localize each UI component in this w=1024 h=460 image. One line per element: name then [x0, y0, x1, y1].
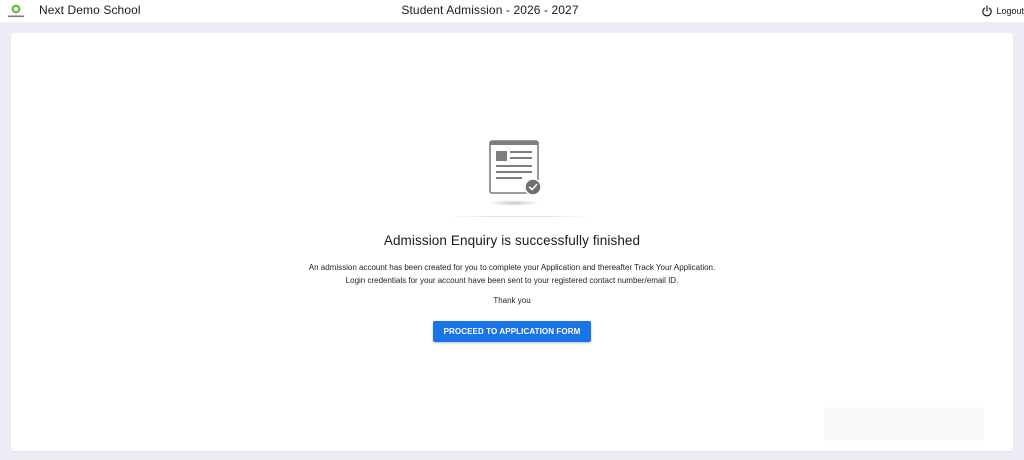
- main-card: Admission Enquiry is successfully finish…: [11, 33, 1013, 451]
- logout-label: Logout: [996, 6, 1024, 16]
- divider: [445, 216, 591, 217]
- logout-button[interactable]: Logout: [981, 3, 1024, 19]
- empty-placeholder-box: [824, 407, 984, 441]
- thank-you-text: Thank you: [493, 296, 531, 305]
- power-icon: [982, 5, 993, 17]
- message-line: An admission account has been created fo…: [308, 263, 716, 272]
- page-title: Student Admission - 2026 - 2027: [401, 3, 579, 17]
- success-message: An admission account has been created fo…: [11, 261, 1013, 287]
- message-line: Login credentials for your account have …: [345, 276, 679, 285]
- success-heading: Admission Enquiry is successfully finish…: [383, 233, 641, 248]
- proceed-to-application-button[interactable]: PROCEED TO APPLICATION FORM: [433, 321, 591, 342]
- top-bar: Next Demo School Student Admission - 202…: [0, 0, 1024, 22]
- document-check-icon: [488, 140, 542, 206]
